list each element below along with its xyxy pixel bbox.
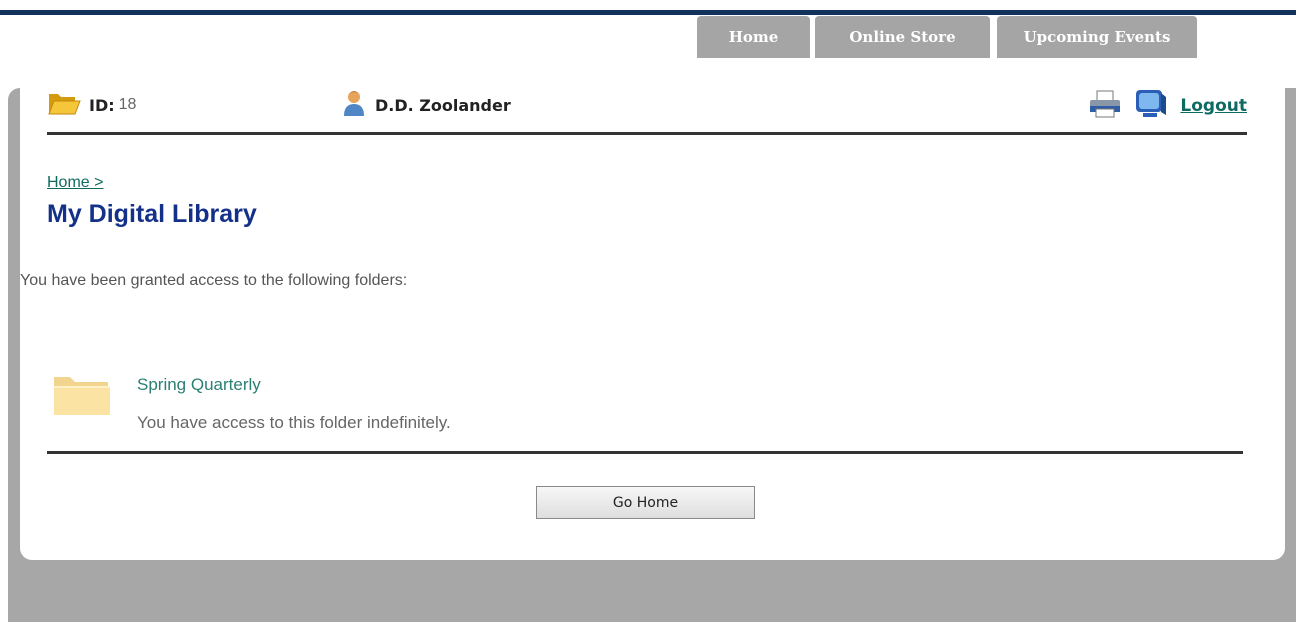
tab-home[interactable]: Home xyxy=(697,16,810,58)
breadcrumb[interactable]: Home > xyxy=(47,174,103,192)
go-home-button[interactable]: Go Home xyxy=(536,486,755,519)
user-group: D.D. Zoolander xyxy=(343,89,511,121)
top-nav: Home Online Store Upcoming Events xyxy=(0,16,1296,58)
folder-access-text: You have access to this folder indefinit… xyxy=(137,413,451,432)
user-icon xyxy=(343,89,365,121)
intro-text: You have been granted access to the foll… xyxy=(20,272,408,289)
folder-icon[interactable] xyxy=(50,371,114,427)
header-actions: Logout xyxy=(1088,88,1247,124)
id-group: ID: 18 xyxy=(47,88,136,122)
tab-online-store[interactable]: Online Store xyxy=(815,16,990,58)
page-title: My Digital Library xyxy=(47,200,257,228)
logout-link[interactable]: Logout xyxy=(1180,96,1247,116)
top-accent-bar xyxy=(0,10,1296,15)
id-value: 18 xyxy=(118,96,137,113)
user-header: ID: 18 D.D. Zoolander Logout xyxy=(47,58,1247,135)
open-folder-icon xyxy=(47,88,81,122)
printer-icon[interactable] xyxy=(1088,89,1122,123)
folder-name-link[interactable]: Spring Quarterly xyxy=(137,375,261,395)
folder-item: Spring Quarterly You have access to this… xyxy=(50,371,1245,453)
computer-icon[interactable] xyxy=(1134,88,1168,124)
content-card: ID: 18 D.D. Zoolander Logout Home > My D… xyxy=(20,58,1285,560)
user-name: D.D. Zoolander xyxy=(375,95,511,115)
content-divider xyxy=(47,451,1243,454)
id-label: ID: xyxy=(89,95,115,115)
tab-upcoming-events[interactable]: Upcoming Events xyxy=(997,16,1197,58)
